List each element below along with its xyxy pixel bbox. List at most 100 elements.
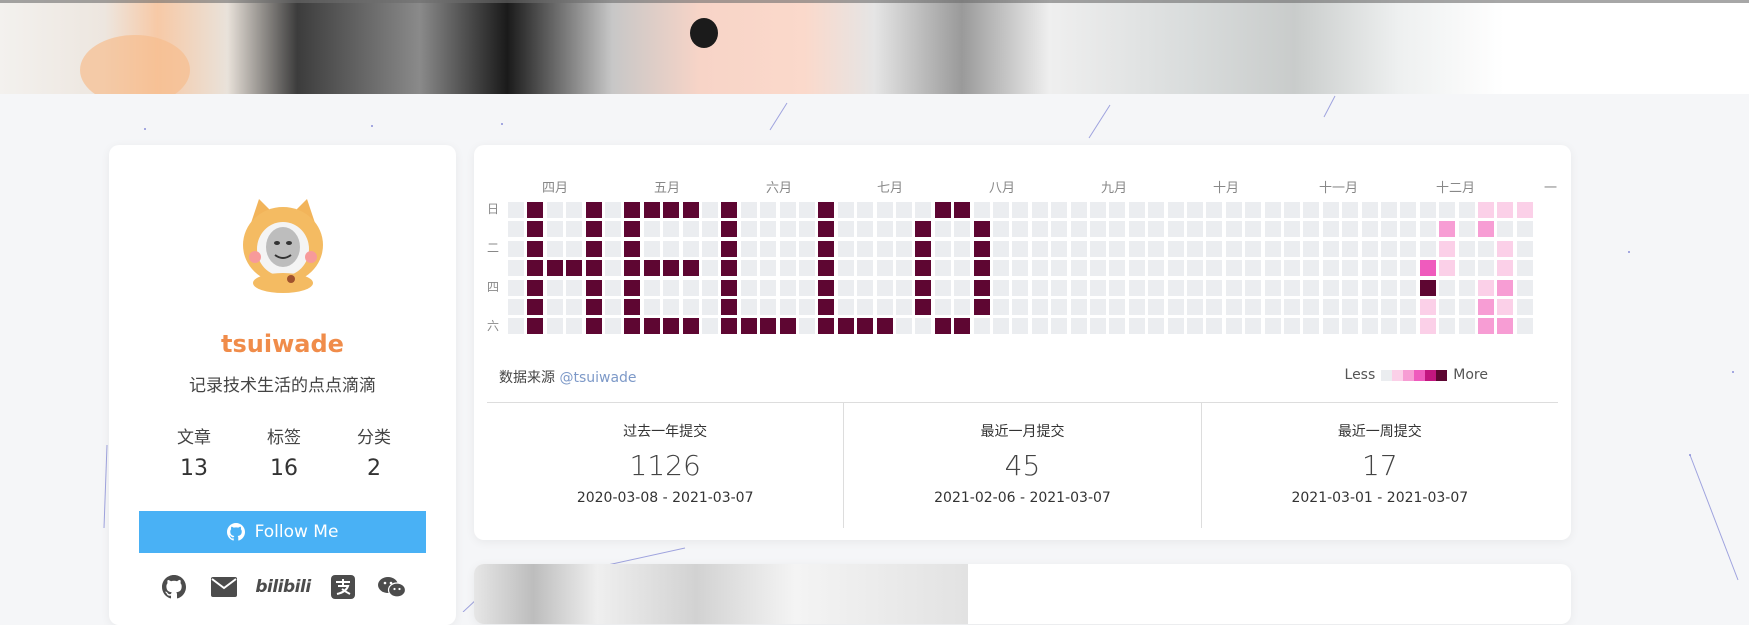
contribution-cell[interactable] [1516,221,1533,238]
contribution-cell[interactable] [954,240,971,257]
contribution-cell[interactable] [740,318,757,335]
contribution-cell[interactable] [779,260,796,277]
contribution-cell[interactable] [1284,279,1300,296]
contribution-cell[interactable] [1381,221,1397,238]
contribution-cell[interactable] [585,279,602,296]
contribution-cell[interactable] [546,221,563,238]
contribution-cell[interactable] [973,318,990,335]
contribution-cell[interactable] [779,318,796,335]
contribution-cell[interactable] [1361,221,1378,238]
contribution-cell[interactable] [915,299,932,315]
contribution-cell[interactable] [1322,260,1339,277]
contribution-cell[interactable] [857,260,874,277]
contribution-cell[interactable] [1206,318,1223,335]
contribution-cell[interactable] [1225,318,1242,335]
contribution-cell[interactable] [1439,299,1456,315]
contribution-cell[interactable] [779,240,796,257]
contribution-cell[interactable] [1497,299,1514,315]
contribution-cell[interactable] [1381,202,1397,218]
contribution-cell[interactable] [1245,221,1262,238]
contribution-cell[interactable] [1264,240,1281,257]
contribution-cell[interactable] [818,279,835,296]
contribution-cell[interactable] [702,299,718,315]
contribution-cell[interactable] [546,318,563,335]
contribution-cell[interactable] [605,299,621,315]
contribution-cell[interactable] [1012,318,1029,335]
contribution-cell[interactable] [624,299,641,315]
contribution-cell[interactable] [546,240,563,257]
contribution-cell[interactable] [1070,202,1087,218]
contribution-cell[interactable] [1128,279,1145,296]
contribution-cell[interactable] [1458,299,1475,315]
contribution-cell[interactable] [1381,260,1397,277]
contribution-cell[interactable] [1090,318,1106,335]
contribution-cell[interactable] [1264,202,1281,218]
contribution-cell[interactable] [818,221,835,238]
contribution-cell[interactable] [799,299,815,315]
contribution-cell[interactable] [1128,202,1145,218]
contribution-cell[interactable] [818,299,835,315]
contribution-cell[interactable] [1012,240,1029,257]
contribution-cell[interactable] [527,260,544,277]
contribution-cell[interactable] [1051,318,1068,335]
contribution-cell[interactable] [915,318,932,335]
contribution-cell[interactable] [896,318,912,335]
contribution-cell[interactable] [721,260,738,277]
contribution-cell[interactable] [527,221,544,238]
contribution-cell[interactable] [1458,202,1475,218]
contribution-cell[interactable] [1516,279,1533,296]
contribution-cell[interactable] [721,299,738,315]
contribution-cell[interactable] [1458,260,1475,277]
contribution-cell[interactable] [1478,279,1494,296]
contribution-cell[interactable] [1419,221,1436,238]
contribution-cell[interactable] [973,299,990,315]
contribution-cell[interactable] [1264,221,1281,238]
contribution-cell[interactable] [643,240,660,257]
contribution-cell[interactable] [818,318,835,335]
contribution-cell[interactable] [1419,318,1436,335]
contribution-cell[interactable] [1419,240,1436,257]
contribution-cell[interactable] [954,202,971,218]
contribution-cell[interactable] [1187,221,1203,238]
contribution-cell[interactable] [585,318,602,335]
contribution-cell[interactable] [1206,299,1223,315]
contribution-cell[interactable] [1361,299,1378,315]
contribution-cell[interactable] [1284,221,1300,238]
contribution-cell[interactable] [643,318,660,335]
contribution-cell[interactable] [1516,260,1533,277]
contribution-cell[interactable] [760,202,777,218]
contribution-cell[interactable] [1516,318,1533,335]
contribution-cell[interactable] [1439,260,1456,277]
contribution-cell[interactable] [837,240,854,257]
contribution-cell[interactable] [1070,318,1087,335]
contribution-cell[interactable] [1303,299,1320,315]
contribution-cell[interactable] [605,260,621,277]
contribution-cell[interactable] [1245,260,1262,277]
contribution-cell[interactable] [1381,279,1397,296]
contribution-cell[interactable] [973,202,990,218]
contribution-cell[interactable] [702,221,718,238]
contribution-cell[interactable] [1478,202,1494,218]
contribution-cell[interactable] [1109,318,1126,335]
contribution-cell[interactable] [566,260,583,277]
contribution-cell[interactable] [1225,299,1242,315]
contribution-cell[interactable] [1516,202,1533,218]
contribution-cell[interactable] [740,221,757,238]
contribution-cell[interactable] [857,240,874,257]
contribution-cell[interactable] [566,318,583,335]
contribution-cell[interactable] [1051,299,1068,315]
contribution-cell[interactable] [1031,221,1048,238]
contribution-cell[interactable] [624,202,641,218]
contribution-cell[interactable] [1051,202,1068,218]
contribution-cell[interactable] [527,279,544,296]
contribution-cell[interactable] [973,260,990,277]
contribution-cell[interactable] [740,202,757,218]
contribution-cell[interactable] [915,221,932,238]
contribution-cell[interactable] [1090,279,1106,296]
contribution-cell[interactable] [1322,279,1339,296]
contribution-cell[interactable] [799,240,815,257]
contribution-cell[interactable] [1458,279,1475,296]
contribution-cell[interactable] [779,299,796,315]
contribution-cell[interactable] [1225,202,1242,218]
contribution-cell[interactable] [1031,260,1048,277]
